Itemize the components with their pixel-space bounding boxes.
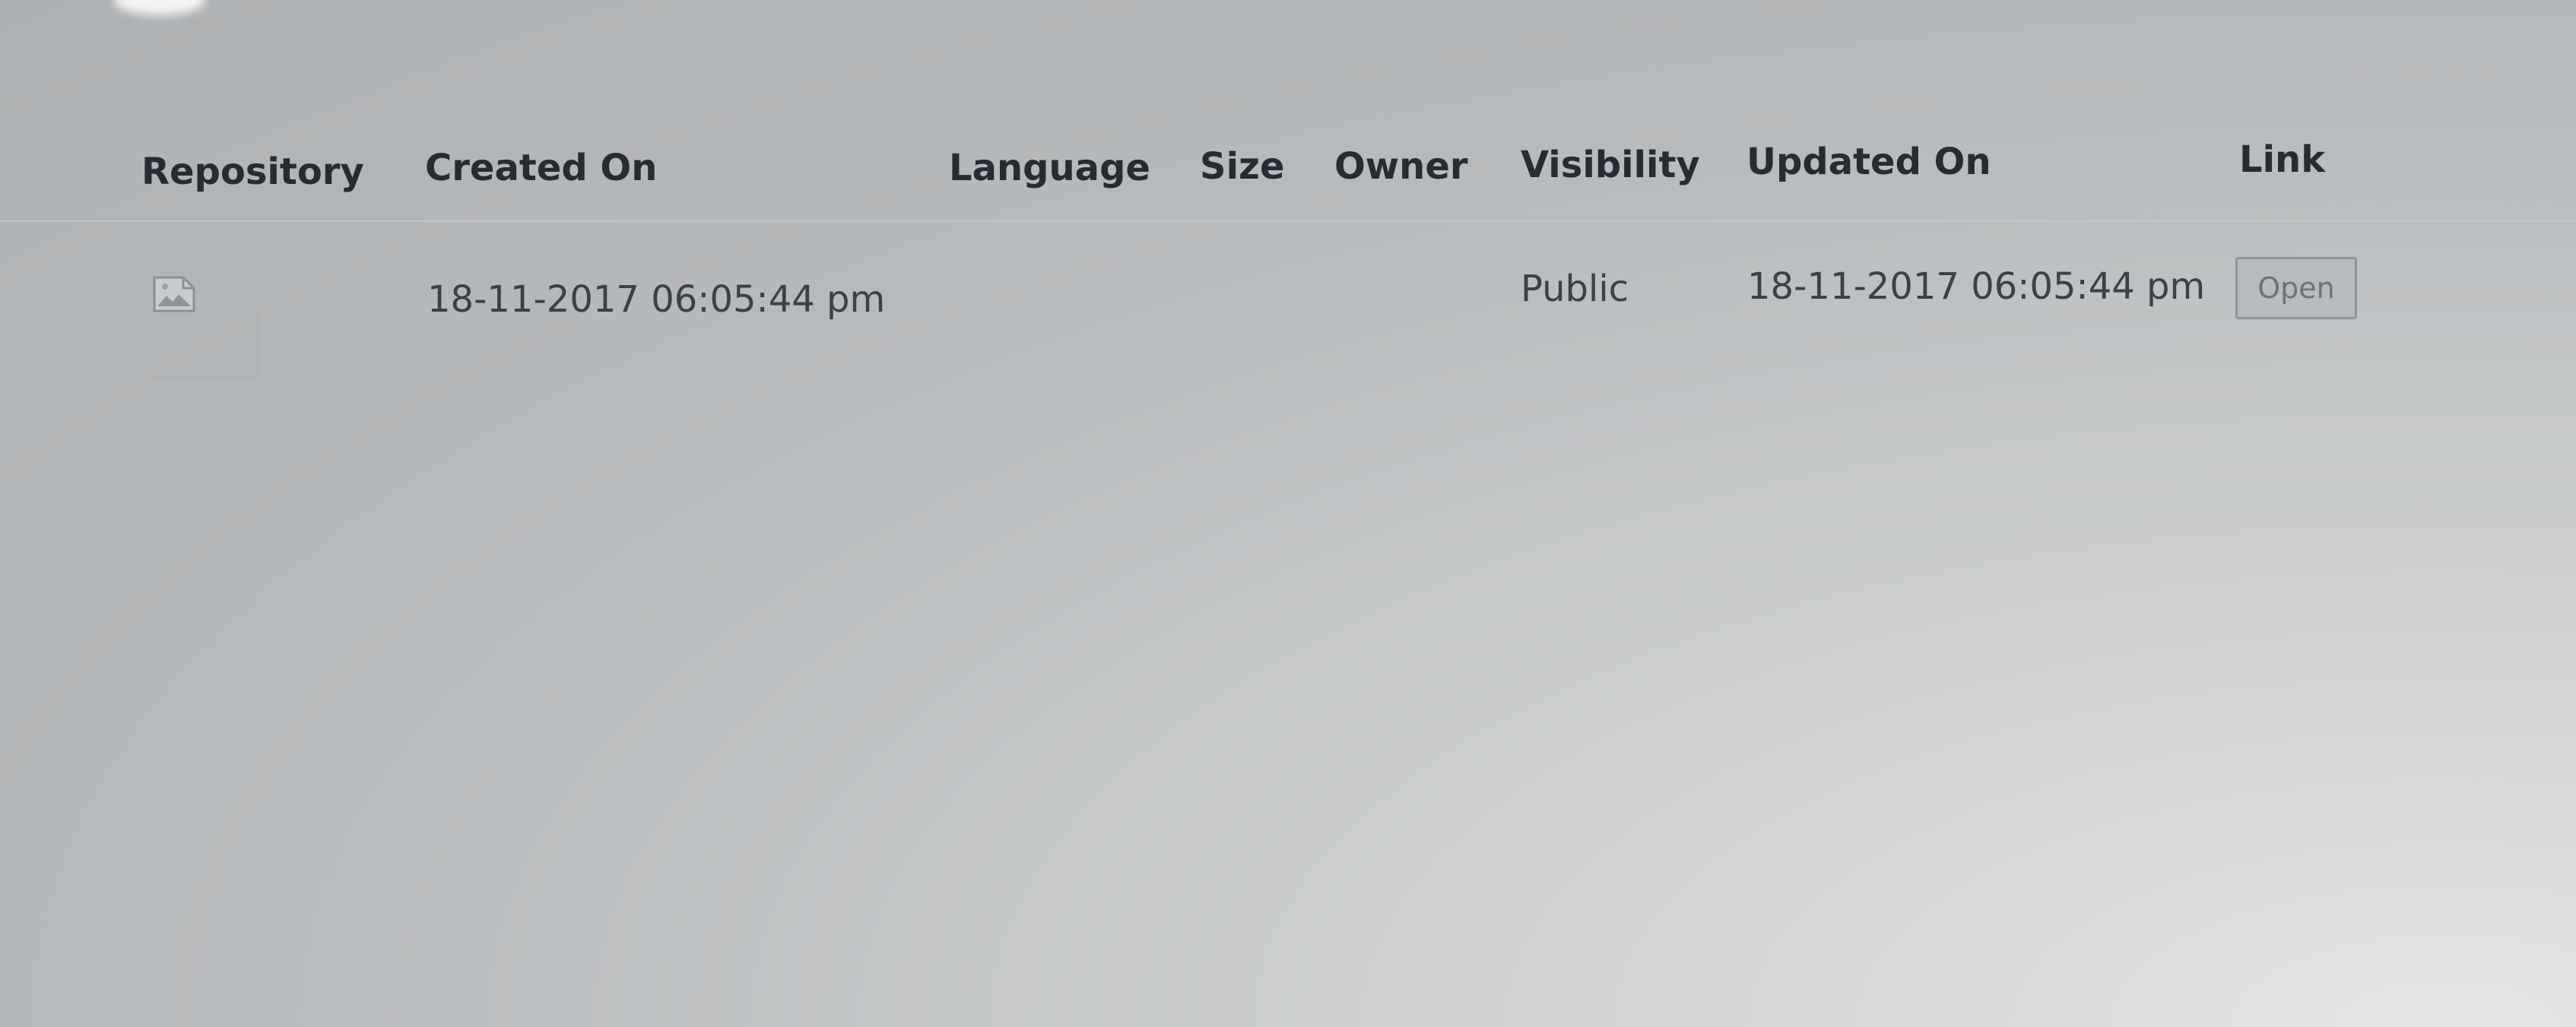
header-visibility: Visibility bbox=[1521, 144, 1700, 186]
cell-updated-on: 18-11-2017 06:05:44 pm bbox=[1747, 265, 2206, 308]
open-link-button[interactable]: Open bbox=[2235, 257, 2357, 319]
header-owner: Owner bbox=[1334, 145, 1468, 188]
screen-glare bbox=[114, 0, 205, 15]
header-repository: Repository bbox=[141, 151, 364, 193]
broken-image-icon bbox=[153, 276, 195, 312]
header-updated-on: Updated On bbox=[1746, 141, 1991, 183]
header-created-on: Created On bbox=[425, 147, 658, 189]
header-language: Language bbox=[949, 147, 1150, 189]
table-header bbox=[0, 122, 2576, 222]
header-link: Link bbox=[2239, 138, 2326, 181]
cell-visibility: Public bbox=[1521, 268, 1629, 310]
header-size: Size bbox=[1200, 145, 1285, 188]
cell-created-on: 18-11-2017 06:05:44 pm bbox=[427, 278, 886, 321]
repository-thumbnail[interactable] bbox=[148, 270, 258, 378]
repository-table-page: Repository Created On Language Size Owne… bbox=[0, 0, 2576, 1027]
